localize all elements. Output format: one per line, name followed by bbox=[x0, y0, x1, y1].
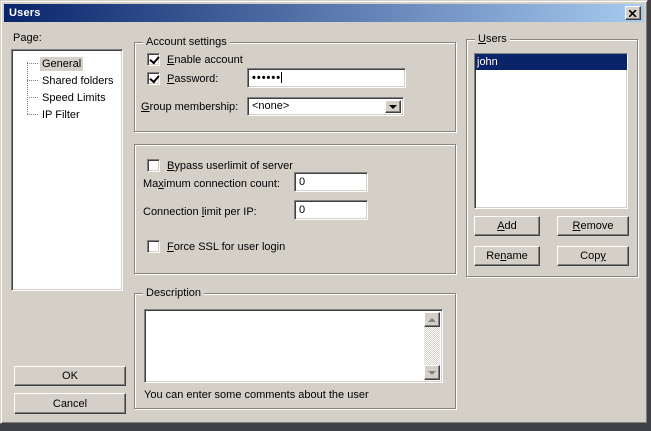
max-connections-input[interactable]: 0 bbox=[294, 172, 368, 192]
user-list-item[interactable]: john bbox=[475, 54, 627, 70]
chevron-down-icon bbox=[389, 105, 397, 109]
force-ssl-label: Force SSL for user login bbox=[167, 241, 285, 254]
description-hint: You can enter some comments about the us… bbox=[144, 389, 369, 402]
description-group-title: Description bbox=[143, 287, 204, 300]
tree-dash bbox=[27, 97, 38, 98]
arrow-down-icon bbox=[428, 371, 436, 375]
bypass-userlimit-checkbox[interactable] bbox=[147, 159, 160, 172]
group-membership-label: Group membership: bbox=[141, 101, 238, 114]
tree-item-shared-folders[interactable]: Shared folders bbox=[12, 72, 122, 89]
ip-limit-input[interactable]: 0 bbox=[294, 200, 368, 220]
password-checkbox[interactable] bbox=[147, 72, 160, 85]
description-textarea[interactable] bbox=[144, 309, 443, 383]
scroll-up-button[interactable] bbox=[424, 312, 440, 327]
close-icon bbox=[629, 10, 637, 17]
rename-button[interactable]: Rename bbox=[474, 246, 540, 266]
max-connections-label: Maximum connection count: bbox=[143, 178, 280, 191]
users-dialog: Users Page: General Shared folders Speed… bbox=[0, 0, 648, 424]
text-caret bbox=[281, 72, 282, 83]
page-label: Page: bbox=[13, 32, 42, 45]
scroll-down-button[interactable] bbox=[424, 365, 440, 380]
users-list[interactable]: john bbox=[474, 53, 628, 209]
close-button[interactable] bbox=[625, 6, 641, 20]
title-bar[interactable]: Users bbox=[4, 4, 644, 22]
add-button[interactable]: Add bbox=[474, 216, 540, 236]
tree-dash bbox=[27, 80, 38, 81]
password-input[interactable]: •••••• bbox=[247, 68, 406, 88]
copy-button[interactable]: Copy bbox=[557, 246, 629, 266]
bypass-userlimit-label: Bypass userlimit of server bbox=[167, 160, 293, 173]
password-label: Password: bbox=[167, 73, 218, 86]
tree-item-speed-limits[interactable]: Speed Limits bbox=[12, 89, 122, 106]
force-ssl-checkbox[interactable] bbox=[147, 240, 160, 253]
tree-dash bbox=[27, 63, 38, 64]
cancel-button[interactable]: Cancel bbox=[14, 393, 126, 414]
enable-account-checkbox[interactable] bbox=[147, 53, 160, 66]
remove-button[interactable]: Remove bbox=[557, 216, 629, 236]
tree-item-ip-filter[interactable]: IP Filter bbox=[12, 106, 122, 123]
enable-account-label: Enable account bbox=[167, 54, 243, 67]
window-title: Users bbox=[4, 7, 41, 19]
page-list[interactable]: General Shared folders Speed Limits IP F… bbox=[11, 49, 123, 291]
password-value: •••••• bbox=[252, 72, 281, 84]
description-scrollbar[interactable] bbox=[424, 312, 440, 380]
ok-button[interactable]: OK bbox=[14, 366, 126, 386]
users-group-title: Users bbox=[475, 33, 510, 46]
ip-limit-label: Connection limit per IP: bbox=[143, 206, 257, 219]
account-settings-group-title: Account settings bbox=[143, 36, 230, 49]
arrow-up-icon bbox=[428, 318, 436, 322]
tree-item-general[interactable]: General bbox=[12, 55, 122, 72]
dropdown-button[interactable] bbox=[385, 100, 401, 113]
group-membership-value: <none> bbox=[252, 100, 289, 112]
group-membership-select[interactable]: <none> bbox=[247, 97, 404, 116]
tree-dash bbox=[27, 114, 38, 115]
